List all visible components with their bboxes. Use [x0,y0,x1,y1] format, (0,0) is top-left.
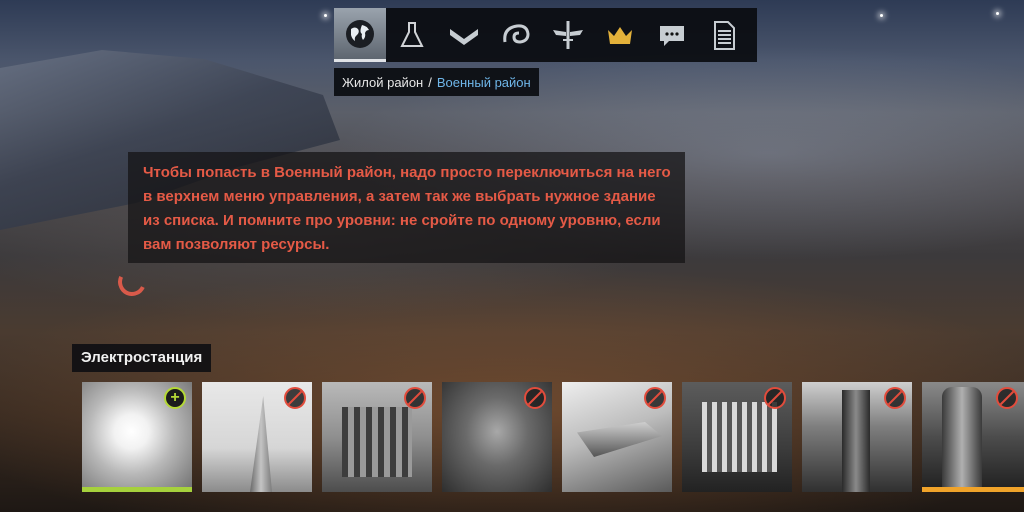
tab-crown[interactable] [594,8,646,62]
tab-residential-globe[interactable] [334,8,386,62]
document-icon [714,21,735,50]
blocked-icon [284,387,306,409]
chat-icon [660,26,684,46]
blocked-icon [524,387,546,409]
tab-science[interactable] [386,8,438,62]
spiral-icon [503,24,530,44]
tab-documents[interactable] [698,8,750,62]
section-title: Электростанция [72,344,212,372]
blocked-icon [884,387,906,409]
building-structure [342,407,412,477]
globe-icon [346,19,374,48]
blocked-icon [404,387,426,409]
building-card[interactable]: + [82,382,192,492]
building-card[interactable] [802,382,912,492]
building-card[interactable] [922,382,1024,492]
breadcrumb-residential[interactable]: Жилой район [342,75,423,90]
flask-icon [400,22,424,47]
winged-sword-icon [553,21,583,49]
building-card[interactable] [322,382,432,492]
tutorial-hint: Чтобы попасть в Военный район, надо прос… [128,152,685,263]
tab-spiral[interactable] [490,8,542,62]
breadcrumb-separator: / [428,74,432,90]
star [880,14,883,17]
tab-rank[interactable] [438,8,490,62]
progress-bar [922,487,1024,492]
breadcrumb: Жилой район / Военный район [334,68,539,96]
building-card[interactable] [442,382,552,492]
building-tower [942,387,982,487]
blocked-icon [996,387,1018,409]
chevron-rank-icon [450,29,478,45]
building-structure [702,402,777,472]
building-card[interactable] [562,382,672,492]
top-menu [334,8,757,62]
blocked-icon [644,387,666,409]
breadcrumb-military[interactable]: Военный район [437,75,531,90]
star [996,12,999,15]
building-card[interactable] [682,382,792,492]
building-tower [842,390,870,492]
progress-bar [82,487,192,492]
star [324,14,327,17]
tab-military[interactable] [542,8,594,62]
blocked-icon [764,387,786,409]
crown-icon [608,27,632,44]
building-card[interactable] [202,382,312,492]
tab-chat[interactable] [646,8,698,62]
add-icon[interactable]: + [164,387,186,409]
